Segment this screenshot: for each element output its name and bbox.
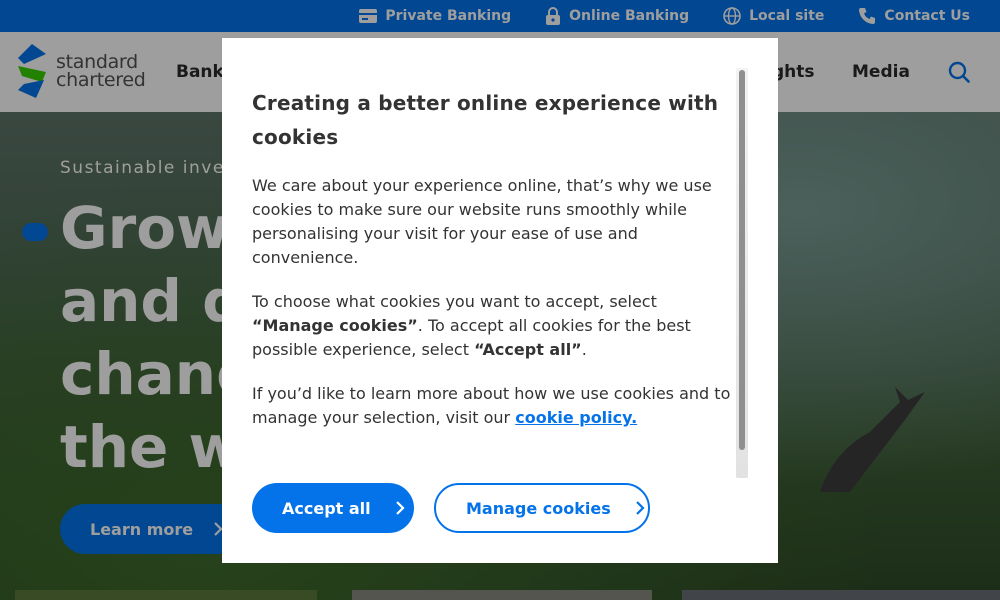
cookie-paragraph-1: We care about your experience online, th… xyxy=(252,176,712,267)
cookie-policy-link[interactable]: cookie policy. xyxy=(515,408,637,427)
cookie-text-bold: “Accept all” xyxy=(474,340,582,359)
manage-cookies-label: Manage cookies xyxy=(466,498,611,518)
chevron-right-icon xyxy=(395,501,405,515)
accept-all-button[interactable]: Accept all xyxy=(252,483,414,533)
chevron-right-icon xyxy=(635,501,645,515)
cookie-paragraph-3: If you’d like to learn more about how we… xyxy=(252,382,732,430)
cookie-consent-modal: Creating a better online experience with… xyxy=(222,38,778,563)
accept-all-label: Accept all xyxy=(282,498,371,518)
cookie-modal-body: We care about your experience online, th… xyxy=(252,174,732,450)
cookie-modal-title: Creating a better online experience with… xyxy=(252,91,719,149)
scroll-fade xyxy=(222,438,762,478)
cookie-text-bold: “Manage cookies” xyxy=(252,316,418,335)
cookie-text: If you’d like to learn more about how we… xyxy=(252,384,731,427)
manage-cookies-button[interactable]: Manage cookies xyxy=(434,483,650,533)
cookie-paragraph-2: To choose what cookies you want to accep… xyxy=(252,290,732,362)
cookie-text: To choose what cookies you want to accep… xyxy=(252,292,657,311)
cookie-text: . xyxy=(581,340,587,359)
modal-scrollbar-thumb[interactable] xyxy=(739,70,745,450)
